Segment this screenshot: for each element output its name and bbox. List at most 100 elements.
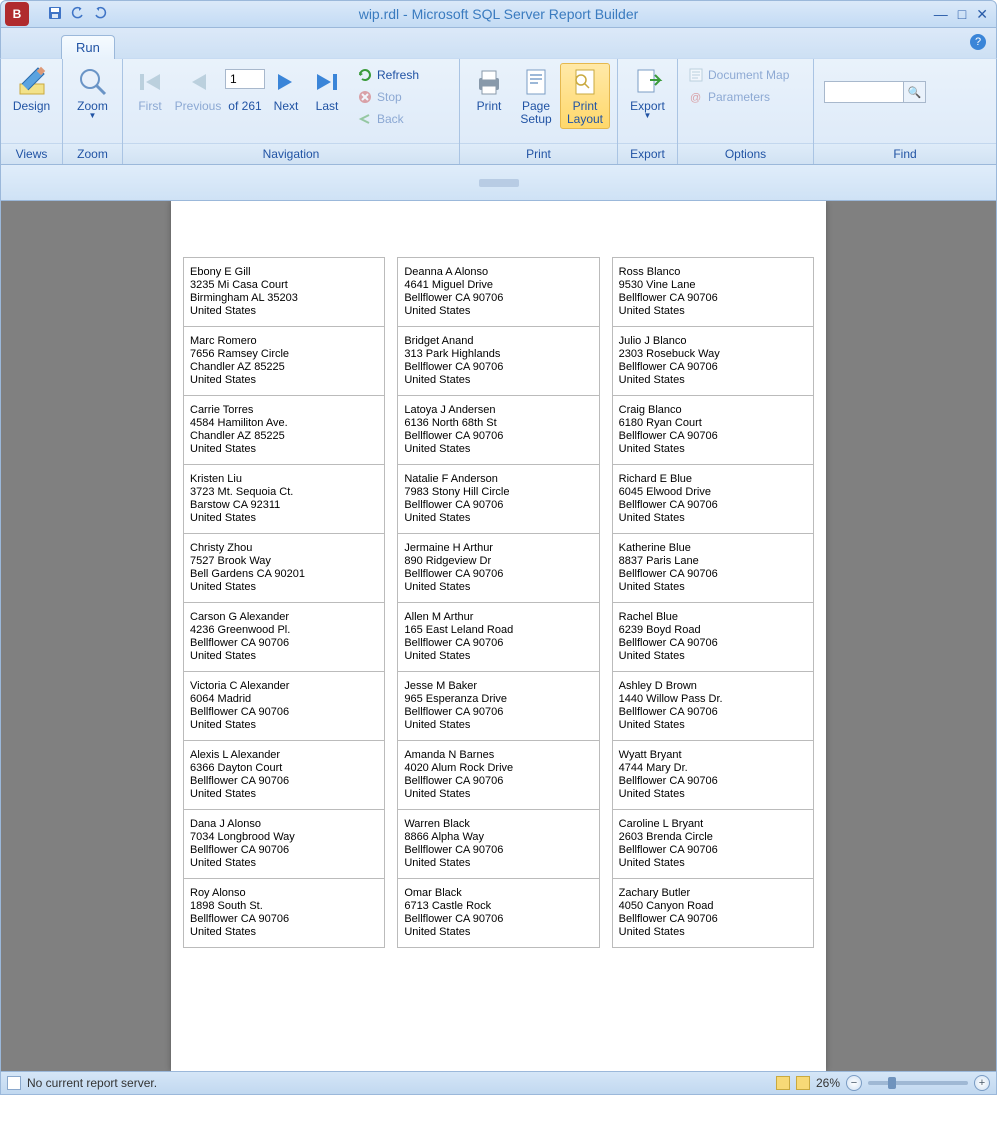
print-layout-button[interactable]: Print Layout: [560, 63, 610, 129]
address-label: Wyatt Bryant4744 Mary Dr.Bellflower CA 9…: [612, 741, 814, 810]
parameters-button[interactable]: @Parameters: [684, 87, 793, 107]
zoom-out-button[interactable]: −: [846, 1075, 862, 1091]
ribbon-collapse-bar[interactable]: [0, 165, 997, 201]
document-map-icon: [688, 67, 704, 83]
dropdown-icon: ▼: [644, 111, 652, 120]
address-label: Victoria C Alexander6064 MadridBellflowe…: [183, 672, 385, 741]
page-indicator: of 261: [225, 63, 265, 113]
title-bar: B wip.rdl - Microsoft SQL Server Report …: [0, 0, 997, 28]
status-icon-2[interactable]: [796, 1076, 810, 1090]
previous-button[interactable]: Previous: [171, 63, 225, 116]
help-icon[interactable]: ?: [970, 34, 986, 50]
page-input[interactable]: [225, 69, 265, 89]
zoom-icon: [77, 66, 109, 98]
export-icon: [632, 66, 664, 98]
address-label: Amanda N Barnes4020 Alum Rock DriveBellf…: [397, 741, 599, 810]
zoom-in-button[interactable]: +: [974, 1075, 990, 1091]
address-label: Katherine Blue8837 Paris LaneBellflower …: [612, 534, 814, 603]
report-column: Ross Blanco9530 Vine LaneBellflower CA 9…: [612, 257, 814, 948]
find-input[interactable]: [824, 81, 904, 103]
minimize-button[interactable]: —: [934, 6, 948, 23]
group-print: Print Page Setup Print Layout Print: [460, 59, 618, 164]
address-label: Jermaine H Arthur890 Ridgeview DrBellflo…: [397, 534, 599, 603]
window-controls: — □ ✕: [934, 6, 988, 23]
status-text: No current report server.: [27, 1076, 157, 1090]
status-bar: No current report server. 26% − +: [0, 1071, 997, 1095]
binoculars-icon: 🔍: [908, 86, 922, 99]
group-views: Design Views: [1, 59, 63, 164]
address-label: Deanna A Alonso4641 Miguel DriveBellflow…: [397, 257, 599, 327]
close-button[interactable]: ✕: [976, 6, 988, 23]
address-label: Christy Zhou7527 Brook WayBell Gardens C…: [183, 534, 385, 603]
address-label: Bridget Anand313 Park HighlandsBellflowe…: [397, 327, 599, 396]
last-icon: [311, 66, 343, 98]
first-button[interactable]: First: [129, 63, 171, 116]
page-setup-button[interactable]: Page Setup: [512, 63, 560, 129]
page-setup-icon: [520, 66, 552, 98]
group-label-views: Views: [1, 143, 62, 164]
stop-icon: [357, 89, 373, 105]
redo-icon[interactable]: [93, 6, 107, 23]
report-viewport[interactable]: Ebony E Gill3235 Mi Casa CourtBirmingham…: [0, 201, 997, 1071]
print-button[interactable]: Print: [466, 63, 512, 116]
parameters-icon: @: [688, 89, 704, 105]
group-navigation: First Previous of 261 Next Last Refresh …: [123, 59, 460, 164]
address-label: Marc Romero7656 Ramsey CircleChandler AZ…: [183, 327, 385, 396]
find-box: 🔍: [824, 81, 926, 103]
address-label: Natalie F Anderson7983 Stony Hill Circle…: [397, 465, 599, 534]
address-label: Zachary Butler4050 Canyon RoadBellflower…: [612, 879, 814, 948]
group-label-find: Find: [814, 143, 996, 164]
address-label: Rachel Blue6239 Boyd RoadBellflower CA 9…: [612, 603, 814, 672]
group-find: 🔍 Find: [814, 59, 996, 164]
next-button[interactable]: Next: [265, 63, 307, 116]
zoom-button[interactable]: Zoom ▼: [69, 63, 116, 123]
back-icon: [357, 111, 373, 127]
back-button[interactable]: Back: [353, 109, 423, 129]
tab-run[interactable]: Run: [61, 35, 115, 59]
group-label-navigation: Navigation: [123, 143, 459, 164]
print-icon: [473, 66, 505, 98]
app-icon: B: [5, 2, 29, 26]
window-title: wip.rdl - Microsoft SQL Server Report Bu…: [359, 6, 639, 22]
first-icon: [134, 66, 166, 98]
address-label: Alexis L Alexander6366 Dayton CourtBellf…: [183, 741, 385, 810]
group-zoom: Zoom ▼ Zoom: [63, 59, 123, 164]
refresh-button[interactable]: Refresh: [353, 65, 423, 85]
address-label: Carrie Torres4584 Hamiliton Ave.Chandler…: [183, 396, 385, 465]
address-label: Latoya J Andersen6136 North 68th StBellf…: [397, 396, 599, 465]
address-label: Caroline L Bryant2603 Brenda CircleBellf…: [612, 810, 814, 879]
print-layout-icon: [569, 66, 601, 98]
document-map-button[interactable]: Document Map: [684, 65, 793, 85]
address-label: Craig Blanco6180 Ryan CourtBellflower CA…: [612, 396, 814, 465]
svg-text:@: @: [690, 92, 701, 104]
zoom-value: 26%: [816, 1076, 840, 1090]
address-label: Ebony E Gill3235 Mi Casa CourtBirmingham…: [183, 257, 385, 327]
find-button[interactable]: 🔍: [904, 81, 926, 103]
address-label: Warren Black8866 Alpha WayBellflower CA …: [397, 810, 599, 879]
address-label: Jesse M Baker965 Esperanza DriveBellflow…: [397, 672, 599, 741]
save-icon[interactable]: [47, 5, 63, 24]
zoom-slider[interactable]: [868, 1081, 968, 1085]
report-page: Ebony E Gill3235 Mi Casa CourtBirmingham…: [171, 201, 826, 1071]
maximize-button[interactable]: □: [958, 6, 966, 23]
design-button[interactable]: Design: [7, 63, 56, 116]
last-button[interactable]: Last: [307, 63, 347, 116]
address-label: Julio J Blanco2303 Rosebuck WayBellflowe…: [612, 327, 814, 396]
ribbon-tabstrip: Run ?: [0, 28, 997, 58]
address-label: Kristen Liu3723 Mt. Sequoia Ct.Barstow C…: [183, 465, 385, 534]
address-label: Carson G Alexander4236 Greenwood Pl.Bell…: [183, 603, 385, 672]
quick-access-toolbar: [47, 5, 107, 24]
undo-icon[interactable]: [71, 6, 85, 23]
next-icon: [270, 66, 302, 98]
address-label: Richard E Blue6045 Elwood DriveBellflowe…: [612, 465, 814, 534]
options-stack: Document Map @Parameters: [684, 63, 793, 107]
address-label: Ross Blanco9530 Vine LaneBellflower CA 9…: [612, 257, 814, 327]
group-options: Document Map @Parameters Options: [678, 59, 814, 164]
status-icon-1[interactable]: [776, 1076, 790, 1090]
dropdown-icon: ▼: [89, 111, 97, 120]
group-export: Export ▼ Export: [618, 59, 678, 164]
address-label: Ashley D Brown1440 Willow Pass Dr.Bellfl…: [612, 672, 814, 741]
address-label: Allen M Arthur165 East Leland RoadBellfl…: [397, 603, 599, 672]
export-button[interactable]: Export ▼: [624, 63, 671, 123]
stop-button[interactable]: Stop: [353, 87, 423, 107]
